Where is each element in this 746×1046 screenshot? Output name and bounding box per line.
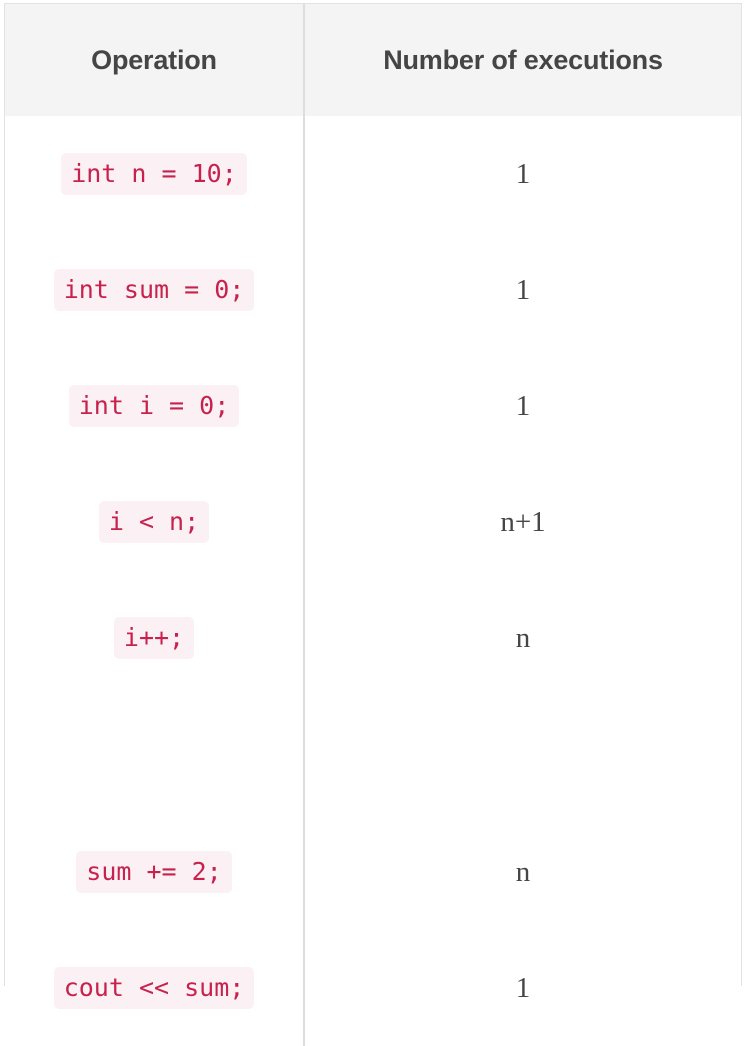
cell-operation (5, 696, 305, 814)
code-snippet: cout << sum; (53, 967, 255, 1009)
cell-operation: i++; (5, 580, 305, 696)
cell-executions: n (304, 580, 741, 696)
code-snippet: i < n; (98, 501, 210, 543)
execution-count: 1 (515, 273, 531, 306)
cell-operation: int n = 10; (5, 116, 305, 232)
cell-executions: 1 (304, 232, 741, 348)
code-snippet: sum += 2; (76, 851, 232, 893)
cell-executions: n (304, 814, 741, 930)
execution-count: n+1 (500, 505, 546, 538)
table-row-empty (5, 696, 741, 814)
cell-executions: 1 (304, 348, 741, 464)
execution-count: n (515, 621, 531, 654)
execution-count: 1 (515, 389, 531, 422)
table-row: i < n; n+1 (5, 464, 741, 580)
cell-executions (304, 696, 741, 814)
cell-operation: int sum = 0; (5, 232, 305, 348)
cell-executions: 1 (304, 116, 741, 232)
table-row: int i = 0; 1 (5, 348, 741, 464)
cell-operation: int i = 0; (5, 348, 305, 464)
column-header-operation: Operation (5, 4, 305, 116)
executions-table-container: Operation Number of executions int n = 1… (4, 3, 742, 1046)
column-header-executions: Number of executions (304, 4, 741, 116)
table-row: sum += 2; n (5, 814, 741, 930)
cell-operation: sum += 2; (5, 814, 305, 930)
execution-count: 1 (515, 971, 531, 1004)
table-header: Operation Number of executions (5, 4, 741, 116)
operation-executions-table: Operation Number of executions int n = 1… (5, 4, 741, 1046)
cell-operation: cout << sum; (5, 930, 305, 1046)
table-row: i++; n (5, 580, 741, 696)
cell-operation: i < n; (5, 464, 305, 580)
table-row: int sum = 0; 1 (5, 232, 741, 348)
code-snippet: i++; (113, 617, 195, 659)
table-row: int n = 10; 1 (5, 116, 741, 232)
code-snippet: int n = 10; (61, 153, 247, 195)
code-snippet: int i = 0; (68, 385, 240, 427)
cell-executions: 1 (304, 930, 741, 1046)
table-row: cout << sum; 1 (5, 930, 741, 1046)
table-body: int n = 10; 1 int sum = 0; 1 int i = 0; (5, 116, 741, 1046)
code-snippet: int sum = 0; (53, 269, 255, 311)
execution-count: n (515, 855, 531, 888)
table-header-row: Operation Number of executions (5, 4, 741, 116)
execution-count: 1 (515, 157, 531, 190)
cell-executions: n+1 (304, 464, 741, 580)
